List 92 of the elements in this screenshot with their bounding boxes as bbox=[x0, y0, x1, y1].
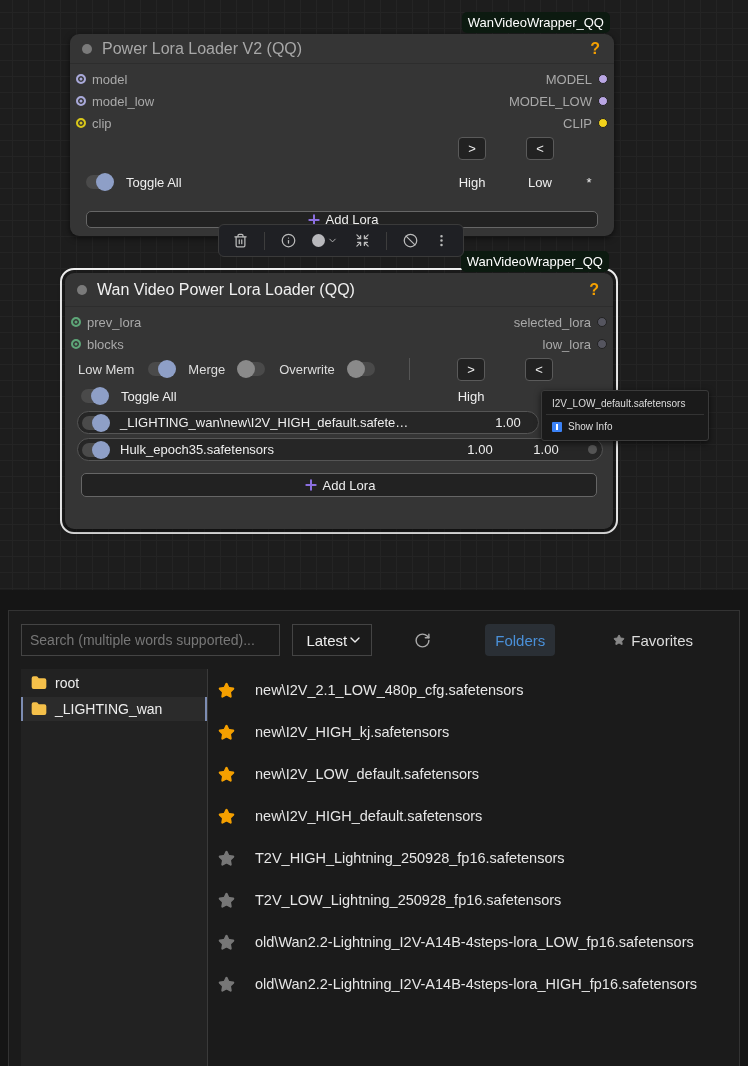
star-icon[interactable] bbox=[218, 807, 235, 825]
output-slot-icon[interactable] bbox=[598, 74, 608, 84]
menu-title: I2V_LOW_default.safetensors bbox=[546, 395, 704, 415]
help-icon[interactable]: ? bbox=[590, 39, 600, 58]
toggle-switch[interactable] bbox=[148, 362, 175, 376]
star-icon[interactable] bbox=[218, 975, 235, 993]
input-slot-icon[interactable] bbox=[76, 96, 86, 106]
file-name[interactable]: new\I2V_HIGH_default.safetensors bbox=[255, 808, 483, 824]
output-slot-icon[interactable] bbox=[598, 96, 608, 106]
folder-name: _LIGHTING_wan bbox=[55, 701, 163, 717]
output-dot-icon[interactable] bbox=[587, 445, 597, 454]
node-badge: WanVideoWrapper_QQ bbox=[460, 251, 609, 272]
folder-icon bbox=[31, 675, 47, 691]
star-icon[interactable] bbox=[218, 849, 235, 867]
folder-icon bbox=[31, 701, 47, 717]
toggle-all-label: Toggle All bbox=[126, 174, 182, 190]
toggle-switch[interactable] bbox=[82, 415, 108, 430]
folder-item[interactable]: root bbox=[21, 671, 207, 695]
toggle-all-label: Toggle All bbox=[121, 388, 177, 404]
ban-icon[interactable] bbox=[402, 233, 418, 248]
toggle-switch[interactable] bbox=[82, 442, 108, 457]
toggle-switch[interactable] bbox=[86, 175, 112, 189]
input-slot-icon[interactable] bbox=[76, 74, 86, 84]
info-icon bbox=[552, 421, 562, 432]
node-badge: WanVideoWrapper_QQ bbox=[461, 12, 610, 33]
tab[interactable]: Favorites bbox=[603, 624, 703, 656]
collapse-dot-icon[interactable] bbox=[82, 43, 92, 54]
strength-value[interactable]: 1.00 bbox=[450, 442, 510, 457]
toggle-switch[interactable] bbox=[348, 362, 375, 376]
star-icon[interactable] bbox=[218, 933, 235, 951]
lora-row[interactable]: _LIGHTING_wan\new\I2V_HIGH_default.safete… 1.00 bbox=[77, 411, 539, 434]
output-label: selected_lora bbox=[513, 314, 591, 330]
input-label: blocks bbox=[87, 336, 124, 352]
output-slot-icon[interactable] bbox=[598, 118, 608, 128]
star-icon[interactable] bbox=[218, 723, 235, 741]
trash-icon[interactable] bbox=[233, 233, 249, 248]
folder-name: root bbox=[55, 675, 80, 691]
info-icon[interactable] bbox=[281, 233, 297, 248]
file-name[interactable]: old\Wan2.2-Lightning_I2V-A14B-4steps-lora_LOW_fp16.safetensors bbox=[255, 934, 694, 950]
node-title: Wan Video Power Lora Loader (QQ) bbox=[97, 280, 356, 299]
color-picker-icon[interactable] bbox=[312, 234, 339, 247]
move-button[interactable]: < bbox=[526, 137, 554, 160]
input-slot-icon[interactable] bbox=[71, 339, 81, 349]
output-label: MODEL_LOW bbox=[508, 93, 592, 109]
column-header: * bbox=[585, 174, 593, 190]
lora-name: Hulk_epoch35.safetensors bbox=[120, 442, 274, 457]
file-name[interactable]: new\I2V_2.1_LOW_480p_cfg.safetensors bbox=[255, 682, 524, 698]
folder-item[interactable]: _LIGHTING_wan bbox=[21, 697, 207, 721]
plus-icon bbox=[302, 477, 319, 493]
move-button[interactable]: > bbox=[458, 137, 486, 160]
sort-dropdown[interactable]: Latest bbox=[292, 624, 373, 656]
strength-value[interactable]: 1.00 bbox=[510, 442, 582, 457]
help-icon[interactable]: ? bbox=[589, 280, 599, 299]
column-header: High bbox=[456, 388, 486, 404]
file-name[interactable]: new\I2V_LOW_default.safetensors bbox=[255, 766, 480, 782]
add-lora-button[interactable]: Add Lora bbox=[81, 473, 597, 497]
toggle-switch[interactable] bbox=[81, 389, 107, 403]
toggle-switch[interactable] bbox=[239, 362, 266, 376]
node-title: Power Lora Loader V2 (QQ) bbox=[102, 39, 304, 58]
input-label: prev_lora bbox=[87, 314, 142, 330]
lora-row[interactable]: Hulk_epoch35.safetensors 1.00 1.00 bbox=[77, 438, 603, 461]
lora-name: _LIGHTING_wan\new\I2V_HIGH_default.safete… bbox=[120, 415, 409, 430]
collapse-dot-icon[interactable] bbox=[77, 284, 87, 295]
input-label: model_low bbox=[92, 93, 155, 109]
output-label: CLIP bbox=[563, 115, 592, 131]
input-slot-icon[interactable] bbox=[71, 317, 81, 327]
refresh-icon[interactable] bbox=[414, 631, 432, 649]
star-icon[interactable] bbox=[218, 681, 235, 699]
option-label: Low Mem bbox=[78, 361, 135, 377]
move-button[interactable]: > bbox=[457, 357, 485, 381]
option-label: Overwrite bbox=[279, 361, 335, 377]
strength-value[interactable]: 1.00 bbox=[478, 415, 538, 430]
file-name[interactable]: old\Wan2.2-Lightning_I2V-A14B-4steps-lora_HIGH_fp16.safetensors bbox=[255, 976, 697, 992]
file-name[interactable]: new\I2V_HIGH_kj.safetensors bbox=[255, 724, 450, 740]
menu-item[interactable]: Show Info bbox=[568, 421, 613, 432]
output-label: low_lora bbox=[542, 336, 591, 352]
tab[interactable]: Folders bbox=[485, 624, 556, 656]
move-button[interactable]: < bbox=[525, 357, 553, 381]
star-icon bbox=[613, 634, 626, 646]
star-icon[interactable] bbox=[218, 765, 235, 783]
output-label: MODEL bbox=[545, 71, 592, 87]
shrink-icon[interactable] bbox=[354, 233, 370, 248]
input-label: clip bbox=[92, 115, 112, 131]
star-icon[interactable] bbox=[218, 891, 235, 909]
file-name[interactable]: T2V_HIGH_Lightning_250928_fp16.safetensors bbox=[255, 850, 565, 866]
search-field[interactable]: Search (multiple words supported)... bbox=[21, 624, 281, 656]
file-name[interactable]: T2V_LOW_Lightning_250928_fp16.safetensors bbox=[255, 892, 562, 908]
option-label: Merge bbox=[188, 361, 226, 377]
input-label: model bbox=[92, 71, 128, 87]
input-slot-icon[interactable] bbox=[76, 118, 86, 128]
column-header: Low bbox=[527, 174, 553, 190]
column-header: High bbox=[457, 174, 487, 190]
